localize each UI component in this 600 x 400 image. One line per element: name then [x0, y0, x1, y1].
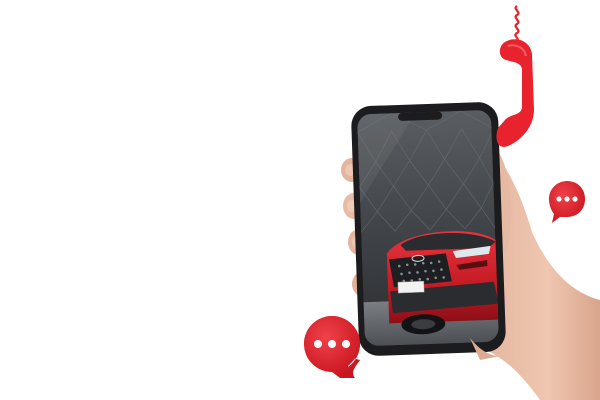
red-telephone-handset-icon: [496, 5, 534, 147]
phone-screen: [356, 109, 499, 347]
phone-notch: [398, 111, 443, 121]
chat-bubble-icon: [304, 316, 360, 378]
smartphone: [351, 102, 506, 356]
scene-illustration: [304, 5, 600, 400]
car-photo: [386, 231, 499, 335]
license-plate: [397, 280, 425, 294]
photo-scene: [0, 0, 600, 400]
chat-bubble-icon: [549, 181, 585, 223]
